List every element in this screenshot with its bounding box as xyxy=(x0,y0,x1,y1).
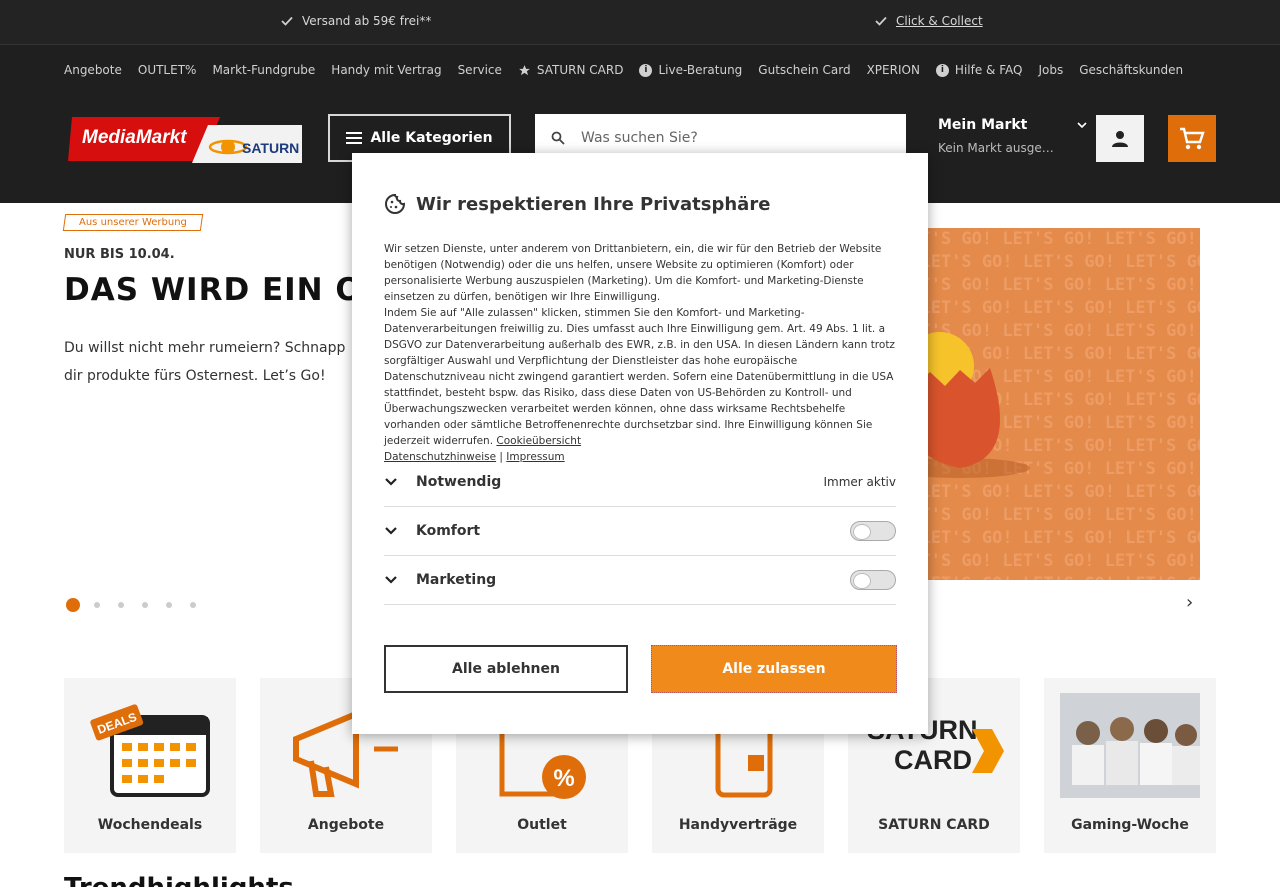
category-marketing[interactable]: Marketing xyxy=(384,556,896,605)
marketing-toggle[interactable] xyxy=(850,570,896,590)
consent-text: Wir setzen Dienste, unter anderem von Dr… xyxy=(384,241,896,465)
consent-paragraph-2: Indem Sie auf "Alle zulassen" klicken, s… xyxy=(384,307,895,463)
consent-paragraph-1: Wir setzen Dienste, unter anderem von Dr… xyxy=(384,243,882,303)
komfort-toggle[interactable] xyxy=(850,521,896,541)
chevron-down-icon xyxy=(385,527,397,535)
category-name: Marketing xyxy=(416,572,497,588)
category-notwendig[interactable]: Notwendig Immer aktiv xyxy=(384,458,896,507)
cookie-overview-link[interactable]: Cookieübersicht xyxy=(496,435,581,447)
chevron-down-icon xyxy=(385,478,397,486)
category-komfort[interactable]: Komfort xyxy=(384,507,896,556)
cookie-consent-dialog: Wir respektieren Ihre Privatsphäre Wir s… xyxy=(352,153,928,734)
always-active-label: Immer aktiv xyxy=(823,475,897,489)
consent-title-text: Wir respektieren Ihre Privatsphäre xyxy=(416,193,771,215)
category-name: Komfort xyxy=(416,523,481,539)
chevron-down-icon xyxy=(385,576,397,584)
category-name: Notwendig xyxy=(416,474,502,490)
consent-title: Wir respektieren Ihre Privatsphäre xyxy=(384,193,770,215)
accept-all-button[interactable]: Alle zulassen xyxy=(651,645,897,693)
cookie-icon xyxy=(385,193,406,214)
reject-all-button[interactable]: Alle ablehnen xyxy=(384,645,628,693)
